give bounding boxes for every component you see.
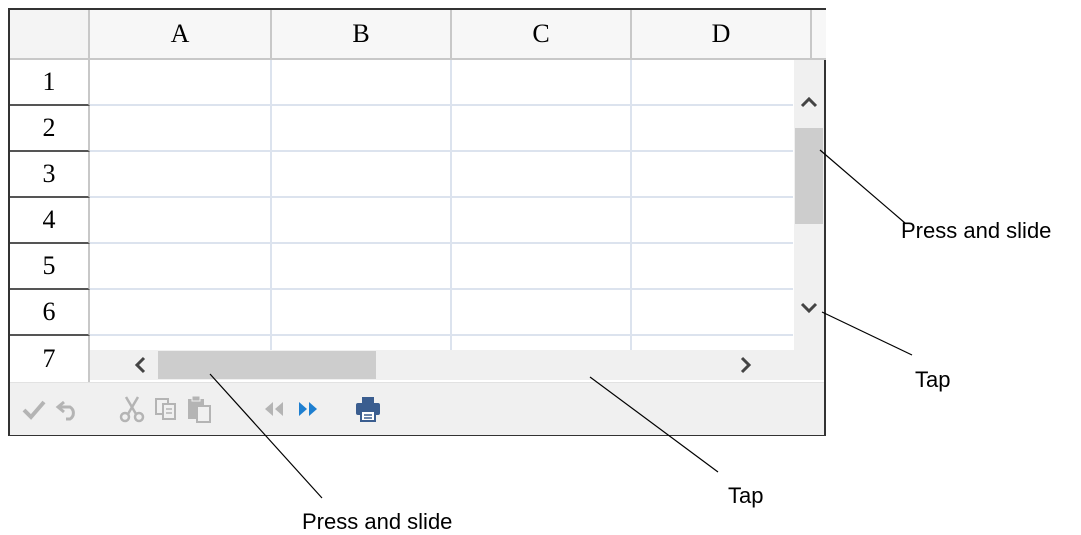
leader-line [819,149,906,224]
leader-line [589,376,719,473]
leader-line [209,373,323,499]
annotation-press-and-slide-horizontal: Press and slide [302,509,453,534]
leader-line [821,311,913,356]
annotation-tap-track: Tap [728,483,764,508]
annotation-press-and-slide-vertical: Press and slide [901,218,1052,243]
annotation-tap-arrow: Tap [915,367,951,392]
annotation-leader-lines [209,149,913,499]
